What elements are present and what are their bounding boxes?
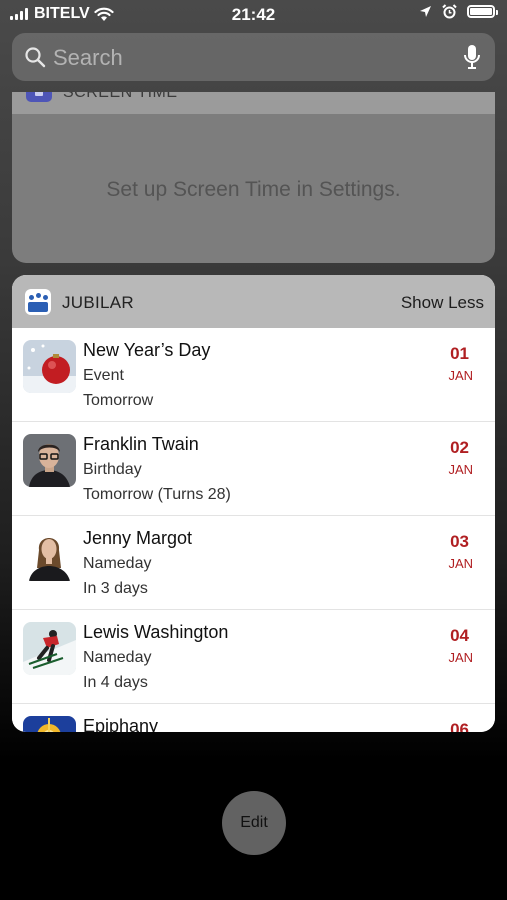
item-when: Tomorrow <box>83 392 154 409</box>
christmas-ornament-image <box>23 340 76 393</box>
item-name: Franklin Twain <box>83 434 199 454</box>
edit-label: Edit <box>240 814 268 831</box>
screen-time-header: SCREEN TIME <box>12 92 495 114</box>
item-name: Epiphany <box>83 716 159 732</box>
jubilar-widget: JUBILAR Show Less New Year’s Day Event T… <box>12 275 495 732</box>
list-item[interactable]: New Year’s Day Event Tomorrow 01 JAN <box>12 328 495 422</box>
item-month: JAN <box>448 462 473 477</box>
search-placeholder: Search <box>53 45 123 70</box>
item-day: 04 <box>450 626 469 645</box>
item-type: Nameday <box>83 555 152 572</box>
microphone-icon[interactable] <box>463 44 481 70</box>
item-name: Lewis Washington <box>83 622 229 642</box>
location-arrow-icon <box>420 6 431 17</box>
list-item[interactable]: Lewis Washington Nameday In 4 days 04 JA… <box>12 610 495 704</box>
screen-time-title: SCREEN TIME <box>63 92 178 101</box>
item-day: 01 <box>450 344 469 363</box>
show-less-button[interactable]: Show Less <box>401 293 484 313</box>
item-type: Nameday <box>83 649 152 666</box>
item-type: Event <box>83 367 124 384</box>
status-right <box>419 4 498 19</box>
item-when: Tomorrow (Turns 28) <box>83 486 231 503</box>
item-when: In 4 days <box>83 674 148 691</box>
search-icon <box>25 47 46 68</box>
list-item[interactable]: Franklin Twain Birthday Tomorrow (Turns … <box>12 422 495 516</box>
search-bar[interactable]: Search <box>12 33 495 81</box>
item-name: Jenny Margot <box>83 528 193 548</box>
item-day: 03 <box>450 532 469 551</box>
screen-time-message: Set up Screen Time in Settings. <box>106 178 401 201</box>
item-when: In 3 days <box>83 580 148 597</box>
edit-button[interactable]: Edit <box>222 791 286 855</box>
status-bar: BITELV 21:42 <box>0 0 507 30</box>
item-name: New Year’s Day <box>83 340 211 360</box>
jubilar-header: JUBILAR Show Less <box>12 275 495 328</box>
skier-image <box>23 622 76 675</box>
screen-time-icon <box>26 92 52 102</box>
screen-time-widget[interactable]: SCREEN TIME Set up Screen Time in Settin… <box>12 92 495 263</box>
item-month: JAN <box>448 650 473 665</box>
list-item[interactable]: Epiphany 06 <box>12 704 495 732</box>
item-month: JAN <box>448 556 473 571</box>
jubilar-title: JUBILAR <box>62 293 135 312</box>
item-type: Birthday <box>83 461 142 478</box>
stained-glass-image <box>23 716 76 732</box>
battery-icon <box>467 5 498 18</box>
item-month: JAN <box>448 368 473 383</box>
list-item[interactable]: Jenny Margot Nameday In 3 days 03 JAN <box>12 516 495 610</box>
alarm-icon <box>442 4 457 19</box>
item-day: 06 <box>450 720 469 732</box>
man-portrait-image <box>23 434 76 487</box>
jubilar-app-icon <box>25 289 51 315</box>
item-day: 02 <box>450 438 469 457</box>
woman-portrait-image <box>23 528 76 581</box>
